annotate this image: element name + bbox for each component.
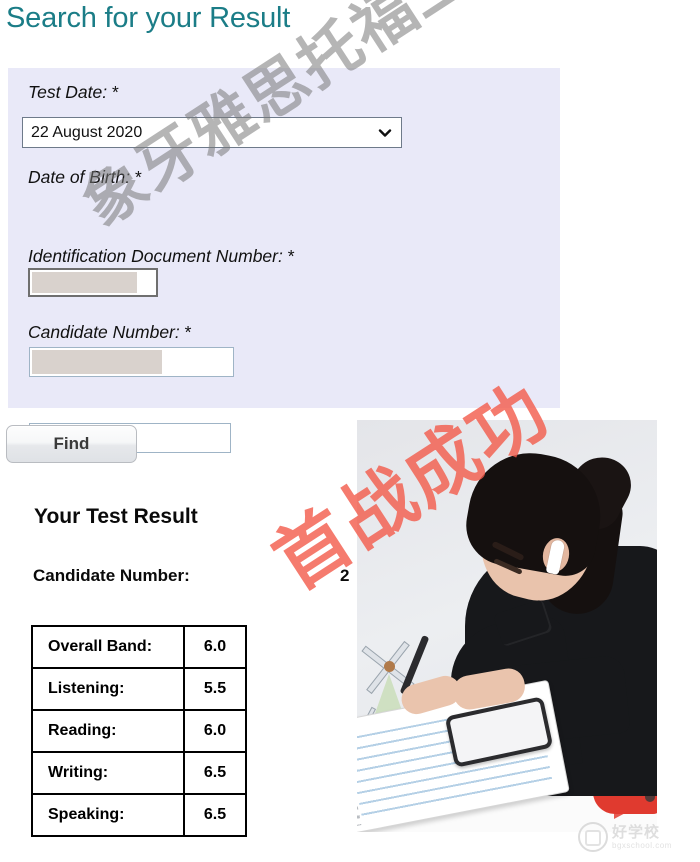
- test-date-required-marker: *: [112, 82, 119, 102]
- test-date-label-text: Test Date:: [28, 82, 108, 102]
- table-row: Overall Band: 6.0: [31, 625, 247, 669]
- site-logo: 好学校 bgxschool.com: [578, 818, 694, 856]
- candidate-number-required-marker: *: [184, 322, 192, 342]
- result-heading: Your Test Result: [34, 505, 198, 528]
- find-button[interactable]: Find: [6, 425, 137, 463]
- candidate-number-field-label-text: Candidate Number:: [28, 322, 180, 342]
- score-label: Reading:: [31, 709, 185, 753]
- score-label: Speaking:: [31, 793, 185, 837]
- identification-document-number-input[interactable]: [29, 347, 234, 377]
- table-row: Listening: 5.5: [31, 667, 247, 711]
- date-of-birth-input[interactable]: [28, 268, 158, 297]
- score-label: Writing:: [31, 751, 185, 795]
- result-candidate-number-label: Candidate Number:: [33, 566, 190, 585]
- score-value: 6.5: [183, 793, 247, 837]
- test-date-label: Test Date: *: [28, 82, 119, 103]
- identification-document-number-redaction: [32, 350, 162, 374]
- site-logo-mark-icon: [578, 822, 608, 852]
- scores-table: Overall Band: 6.0 Listening: 5.5 Reading…: [31, 625, 247, 837]
- test-date-select[interactable]: 22 August 2020: [22, 117, 402, 148]
- score-label: Overall Band:: [31, 625, 185, 669]
- table-row: Speaking: 6.5: [31, 793, 247, 837]
- date-of-birth-label-text: Date of Birth:: [28, 167, 131, 187]
- table-row: Reading: 6.0: [31, 709, 247, 753]
- score-value: 6.0: [183, 709, 247, 753]
- page-title: Search for your Result: [6, 2, 291, 34]
- table-row: Writing: 6.5: [31, 751, 247, 795]
- search-form-panel: Test Date: * 22 August 2020 Date of Birt…: [8, 68, 560, 453]
- candidate-photo: [357, 420, 657, 832]
- site-logo-name-cn: 好学校: [612, 822, 661, 841]
- score-label: Listening:: [31, 667, 185, 711]
- date-of-birth-redaction: [32, 272, 137, 293]
- site-logo-texts: 好学校 bgxschool.com: [612, 822, 672, 850]
- candidate-number-field-label: Candidate Number: *: [28, 322, 191, 343]
- date-of-birth-label: Date of Birth: *: [28, 167, 142, 188]
- chevron-down-icon: [377, 125, 393, 141]
- test-date-selected-value: 22 August 2020: [31, 123, 143, 141]
- score-value: 6.5: [183, 751, 247, 795]
- score-value: 5.5: [183, 667, 247, 711]
- score-value: 6.0: [183, 625, 247, 669]
- identification-document-number-required-marker: *: [287, 246, 295, 266]
- result-candidate-number-value: 2: [340, 566, 350, 585]
- identification-document-number-label: Identification Document Number: *: [28, 246, 295, 267]
- identification-document-number-label-text: Identification Document Number:: [28, 246, 283, 266]
- site-logo-name-en: bgxschool.com: [612, 840, 672, 850]
- date-of-birth-required-marker: *: [135, 167, 142, 187]
